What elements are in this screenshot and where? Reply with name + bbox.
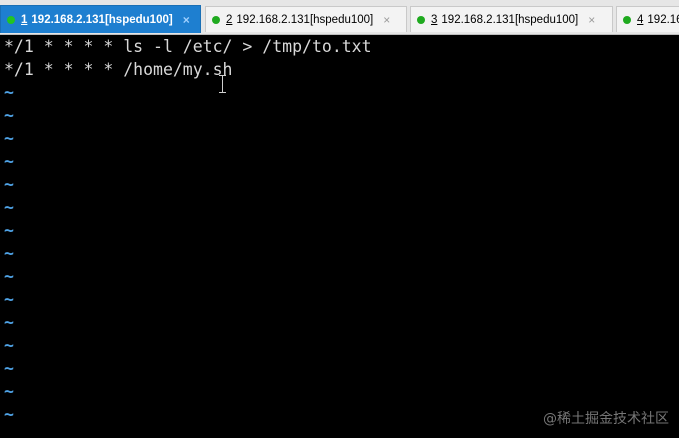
empty-line-marker: ~ xyxy=(4,405,14,424)
crontab-line-1: */1 * * * * ls -l /etc/ > /tmp/to.txt xyxy=(4,37,372,56)
tab-title: 192.16 xyxy=(647,13,679,26)
empty-line-marker: ~ xyxy=(4,129,14,148)
session-tab-2[interactable]: 2 192.168.2.131[hspedu100] × xyxy=(205,6,407,32)
session-tab-3[interactable]: 3 192.168.2.131[hspedu100] × xyxy=(410,6,613,32)
session-tab-bar: 1 192.168.2.131[hspedu100] × 2 192.168.2… xyxy=(0,0,679,35)
close-icon[interactable]: × xyxy=(588,13,595,27)
close-icon[interactable]: × xyxy=(383,13,390,27)
terminal-editor-area[interactable]: */1 * * * * ls -l /etc/ > /tmp/to.txt */… xyxy=(0,35,679,438)
empty-line-marker: ~ xyxy=(4,359,14,378)
tab-title: 192.168.2.131[hspedu100] xyxy=(236,13,374,26)
tab-title: 192.168.2.131[hspedu100] xyxy=(31,13,173,26)
empty-line-marker: ~ xyxy=(4,336,14,355)
empty-line-marker: ~ xyxy=(4,382,14,401)
tab-number: 3 xyxy=(431,13,438,26)
empty-line-marker: ~ xyxy=(4,267,14,286)
crontab-line-2: */1 * * * * /home/my.sh xyxy=(4,60,233,79)
text-cursor-icon xyxy=(219,75,226,93)
close-icon[interactable]: × xyxy=(183,13,190,27)
empty-line-marker: ~ xyxy=(4,244,14,263)
tab-number: 1 xyxy=(21,13,28,26)
session-tab-4[interactable]: 4 192.16 xyxy=(616,6,679,32)
connected-status-icon xyxy=(417,15,425,24)
watermark: @稀土掘金技术社区 xyxy=(543,411,669,427)
empty-line-marker: ~ xyxy=(4,290,14,309)
tab-title: 192.168.2.131[hspedu100] xyxy=(441,13,579,26)
tab-number: 2 xyxy=(226,13,233,26)
empty-line-marker: ~ xyxy=(4,175,14,194)
terminal-window: 1 192.168.2.131[hspedu100] × 2 192.168.2… xyxy=(0,0,679,438)
empty-line-marker: ~ xyxy=(4,83,14,102)
connected-status-icon xyxy=(623,15,631,24)
tab-number: 4 xyxy=(637,13,644,26)
empty-line-marker: ~ xyxy=(4,152,14,171)
empty-line-marker: ~ xyxy=(4,221,14,240)
connected-status-icon xyxy=(212,15,220,24)
empty-line-marker: ~ xyxy=(4,198,14,217)
empty-line-marker: ~ xyxy=(4,106,14,125)
empty-line-marker: ~ xyxy=(4,313,14,332)
connected-status-icon xyxy=(7,15,15,24)
session-tab-1[interactable]: 1 192.168.2.131[hspedu100] × xyxy=(0,5,201,33)
